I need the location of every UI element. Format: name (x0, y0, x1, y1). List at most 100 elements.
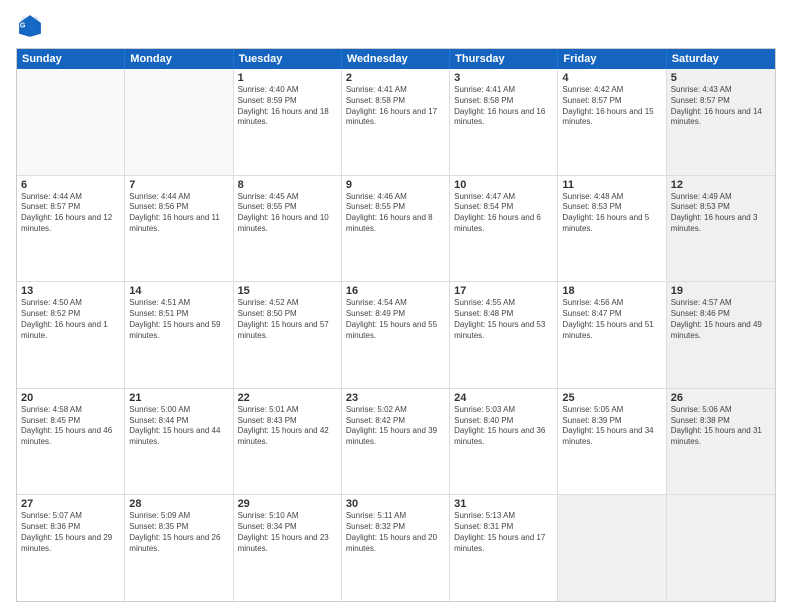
page: G SundayMondayTuesdayWednesdayThursdayFr… (0, 0, 792, 612)
calendar-cell: 15Sunrise: 4:52 AM Sunset: 8:50 PM Dayli… (234, 282, 342, 388)
weekday-header: Sunday (17, 49, 125, 69)
calendar-cell: 21Sunrise: 5:00 AM Sunset: 8:44 PM Dayli… (125, 389, 233, 495)
cell-text: Sunrise: 4:44 AM Sunset: 8:57 PM Dayligh… (21, 192, 120, 235)
calendar-row: 27Sunrise: 5:07 AM Sunset: 8:36 PM Dayli… (17, 494, 775, 601)
cell-text: Sunrise: 4:40 AM Sunset: 8:59 PM Dayligh… (238, 85, 337, 128)
calendar-cell: 22Sunrise: 5:01 AM Sunset: 8:43 PM Dayli… (234, 389, 342, 495)
day-number: 5 (671, 72, 771, 84)
logo-icon: G (16, 12, 44, 40)
weekday-header: Tuesday (234, 49, 342, 69)
day-number: 19 (671, 285, 771, 297)
day-number: 26 (671, 392, 771, 404)
day-number: 28 (129, 498, 228, 510)
calendar-cell: 10Sunrise: 4:47 AM Sunset: 8:54 PM Dayli… (450, 176, 558, 282)
calendar-cell (558, 495, 666, 601)
calendar-cell (125, 69, 233, 175)
cell-text: Sunrise: 5:11 AM Sunset: 8:32 PM Dayligh… (346, 511, 445, 554)
weekday-header: Monday (125, 49, 233, 69)
calendar-cell: 18Sunrise: 4:56 AM Sunset: 8:47 PM Dayli… (558, 282, 666, 388)
day-number: 18 (562, 285, 661, 297)
day-number: 25 (562, 392, 661, 404)
calendar-cell: 23Sunrise: 5:02 AM Sunset: 8:42 PM Dayli… (342, 389, 450, 495)
cell-text: Sunrise: 4:50 AM Sunset: 8:52 PM Dayligh… (21, 298, 120, 341)
cell-text: Sunrise: 4:49 AM Sunset: 8:53 PM Dayligh… (671, 192, 771, 235)
calendar-cell: 5Sunrise: 4:43 AM Sunset: 8:57 PM Daylig… (667, 69, 775, 175)
calendar-cell: 31Sunrise: 5:13 AM Sunset: 8:31 PM Dayli… (450, 495, 558, 601)
calendar-cell: 11Sunrise: 4:48 AM Sunset: 8:53 PM Dayli… (558, 176, 666, 282)
day-number: 2 (346, 72, 445, 84)
cell-text: Sunrise: 4:55 AM Sunset: 8:48 PM Dayligh… (454, 298, 553, 341)
calendar-cell: 25Sunrise: 5:05 AM Sunset: 8:39 PM Dayli… (558, 389, 666, 495)
calendar-cell: 30Sunrise: 5:11 AM Sunset: 8:32 PM Dayli… (342, 495, 450, 601)
cell-text: Sunrise: 4:46 AM Sunset: 8:55 PM Dayligh… (346, 192, 445, 235)
day-number: 24 (454, 392, 553, 404)
calendar-cell: 29Sunrise: 5:10 AM Sunset: 8:34 PM Dayli… (234, 495, 342, 601)
day-number: 22 (238, 392, 337, 404)
cell-text: Sunrise: 5:01 AM Sunset: 8:43 PM Dayligh… (238, 405, 337, 448)
cell-text: Sunrise: 4:43 AM Sunset: 8:57 PM Dayligh… (671, 85, 771, 128)
header: G (16, 12, 776, 40)
cell-text: Sunrise: 4:52 AM Sunset: 8:50 PM Dayligh… (238, 298, 337, 341)
cell-text: Sunrise: 4:47 AM Sunset: 8:54 PM Dayligh… (454, 192, 553, 235)
weekday-header: Saturday (667, 49, 775, 69)
day-number: 16 (346, 285, 445, 297)
day-number: 7 (129, 179, 228, 191)
day-number: 3 (454, 72, 553, 84)
cell-text: Sunrise: 4:58 AM Sunset: 8:45 PM Dayligh… (21, 405, 120, 448)
cell-text: Sunrise: 4:45 AM Sunset: 8:55 PM Dayligh… (238, 192, 337, 235)
calendar-cell: 9Sunrise: 4:46 AM Sunset: 8:55 PM Daylig… (342, 176, 450, 282)
cell-text: Sunrise: 5:03 AM Sunset: 8:40 PM Dayligh… (454, 405, 553, 448)
day-number: 17 (454, 285, 553, 297)
calendar-cell: 3Sunrise: 4:41 AM Sunset: 8:58 PM Daylig… (450, 69, 558, 175)
cell-text: Sunrise: 4:48 AM Sunset: 8:53 PM Dayligh… (562, 192, 661, 235)
day-number: 21 (129, 392, 228, 404)
cell-text: Sunrise: 4:51 AM Sunset: 8:51 PM Dayligh… (129, 298, 228, 341)
calendar-cell: 13Sunrise: 4:50 AM Sunset: 8:52 PM Dayli… (17, 282, 125, 388)
day-number: 14 (129, 285, 228, 297)
day-number: 15 (238, 285, 337, 297)
logo: G (16, 12, 48, 40)
calendar-header: SundayMondayTuesdayWednesdayThursdayFrid… (17, 49, 775, 69)
calendar: SundayMondayTuesdayWednesdayThursdayFrid… (16, 48, 776, 602)
calendar-row: 13Sunrise: 4:50 AM Sunset: 8:52 PM Dayli… (17, 281, 775, 388)
cell-text: Sunrise: 4:56 AM Sunset: 8:47 PM Dayligh… (562, 298, 661, 341)
svg-text:G: G (20, 23, 26, 30)
day-number: 31 (454, 498, 553, 510)
calendar-cell: 17Sunrise: 4:55 AM Sunset: 8:48 PM Dayli… (450, 282, 558, 388)
cell-text: Sunrise: 4:54 AM Sunset: 8:49 PM Dayligh… (346, 298, 445, 341)
calendar-cell: 16Sunrise: 4:54 AM Sunset: 8:49 PM Dayli… (342, 282, 450, 388)
day-number: 8 (238, 179, 337, 191)
calendar-row: 6Sunrise: 4:44 AM Sunset: 8:57 PM Daylig… (17, 175, 775, 282)
calendar-body: 1Sunrise: 4:40 AM Sunset: 8:59 PM Daylig… (17, 69, 775, 601)
cell-text: Sunrise: 5:06 AM Sunset: 8:38 PM Dayligh… (671, 405, 771, 448)
calendar-cell (17, 69, 125, 175)
calendar-row: 1Sunrise: 4:40 AM Sunset: 8:59 PM Daylig… (17, 69, 775, 175)
cell-text: Sunrise: 4:42 AM Sunset: 8:57 PM Dayligh… (562, 85, 661, 128)
calendar-cell: 27Sunrise: 5:07 AM Sunset: 8:36 PM Dayli… (17, 495, 125, 601)
cell-text: Sunrise: 4:57 AM Sunset: 8:46 PM Dayligh… (671, 298, 771, 341)
calendar-cell: 20Sunrise: 4:58 AM Sunset: 8:45 PM Dayli… (17, 389, 125, 495)
cell-text: Sunrise: 5:00 AM Sunset: 8:44 PM Dayligh… (129, 405, 228, 448)
day-number: 29 (238, 498, 337, 510)
day-number: 30 (346, 498, 445, 510)
cell-text: Sunrise: 4:44 AM Sunset: 8:56 PM Dayligh… (129, 192, 228, 235)
cell-text: Sunrise: 5:09 AM Sunset: 8:35 PM Dayligh… (129, 511, 228, 554)
calendar-cell: 4Sunrise: 4:42 AM Sunset: 8:57 PM Daylig… (558, 69, 666, 175)
day-number: 13 (21, 285, 120, 297)
calendar-cell: 6Sunrise: 4:44 AM Sunset: 8:57 PM Daylig… (17, 176, 125, 282)
weekday-header: Friday (558, 49, 666, 69)
day-number: 27 (21, 498, 120, 510)
day-number: 9 (346, 179, 445, 191)
calendar-cell: 28Sunrise: 5:09 AM Sunset: 8:35 PM Dayli… (125, 495, 233, 601)
day-number: 20 (21, 392, 120, 404)
cell-text: Sunrise: 5:05 AM Sunset: 8:39 PM Dayligh… (562, 405, 661, 448)
day-number: 4 (562, 72, 661, 84)
calendar-cell: 26Sunrise: 5:06 AM Sunset: 8:38 PM Dayli… (667, 389, 775, 495)
day-number: 11 (562, 179, 661, 191)
cell-text: Sunrise: 5:13 AM Sunset: 8:31 PM Dayligh… (454, 511, 553, 554)
day-number: 12 (671, 179, 771, 191)
calendar-cell: 14Sunrise: 4:51 AM Sunset: 8:51 PM Dayli… (125, 282, 233, 388)
cell-text: Sunrise: 4:41 AM Sunset: 8:58 PM Dayligh… (454, 85, 553, 128)
calendar-cell: 7Sunrise: 4:44 AM Sunset: 8:56 PM Daylig… (125, 176, 233, 282)
weekday-header: Thursday (450, 49, 558, 69)
